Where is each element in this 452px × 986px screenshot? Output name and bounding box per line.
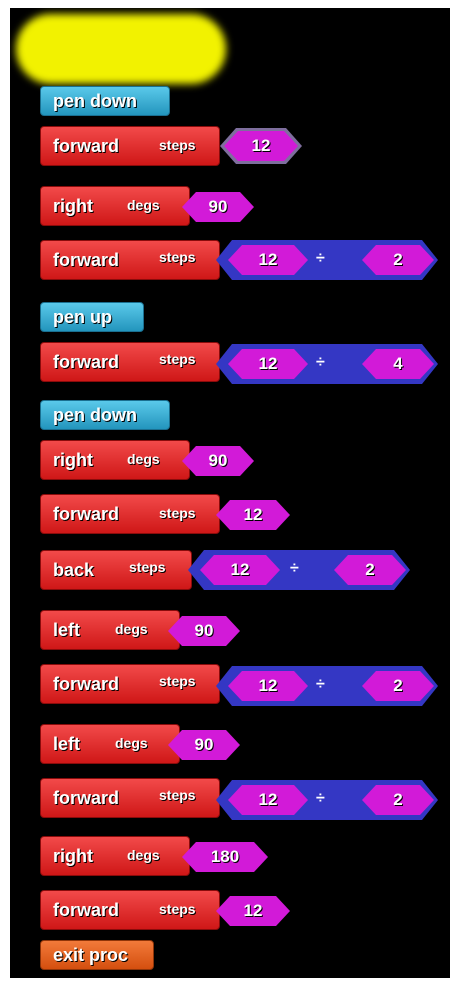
block-command-label: right: [53, 195, 93, 216]
value-slot[interactable]: 90: [168, 730, 240, 760]
block-command-label: exit proc: [53, 944, 129, 965]
param-label: steps: [129, 559, 166, 575]
operand-left-slot[interactable]: 12: [200, 555, 280, 585]
divide-symbol: ÷: [316, 790, 325, 807]
forward-block[interactable]: forward steps: [40, 240, 220, 280]
block-command-label: back: [53, 559, 95, 580]
value-text: 90: [208, 197, 228, 216]
operand-left-slot[interactable]: 12: [228, 245, 308, 275]
value-text: 12: [258, 676, 278, 695]
block-command-label: right: [53, 845, 93, 866]
value-text: 2: [393, 676, 403, 695]
block-command-label: forward: [53, 135, 120, 156]
param-label: degs: [127, 197, 160, 213]
param-label: steps: [159, 505, 196, 521]
operand-right-slot[interactable]: 2: [362, 671, 434, 701]
operand-right-slot[interactable]: 2: [362, 245, 434, 275]
divide-symbol: ÷: [290, 560, 299, 577]
forward-block[interactable]: forward steps: [40, 890, 220, 930]
param-label: degs: [127, 451, 160, 467]
block-command-label: forward: [53, 249, 120, 270]
value-text: 90: [194, 621, 214, 640]
value-slot[interactable]: 90: [168, 616, 240, 646]
operand-right-slot[interactable]: 4: [362, 349, 434, 379]
param-label: degs: [115, 735, 148, 751]
script-canvas[interactable]: pen down forward steps 12 right degs 90 …: [10, 8, 450, 978]
value-text: 12: [243, 901, 263, 920]
pen-down-block[interactable]: pen down: [40, 86, 170, 116]
value-slot[interactable]: 90: [182, 192, 254, 222]
divide-symbol: ÷: [316, 354, 325, 371]
param-label: degs: [127, 847, 160, 863]
param-label: steps: [159, 673, 196, 689]
block-command-label: forward: [53, 503, 120, 524]
right-block[interactable]: right degs: [40, 836, 190, 876]
operand-left-slot[interactable]: 12: [228, 671, 308, 701]
operand-right-slot[interactable]: 2: [334, 555, 406, 585]
value-text: 2: [393, 790, 403, 809]
block-command-label: pen down: [53, 404, 137, 425]
value-slot[interactable]: 12: [216, 500, 290, 530]
value-text: 12: [243, 505, 263, 524]
block-command-label: forward: [53, 673, 120, 694]
back-block[interactable]: back steps: [40, 550, 192, 590]
right-block[interactable]: right degs: [40, 440, 190, 480]
param-label: steps: [159, 137, 196, 153]
left-block[interactable]: left degs: [40, 610, 180, 650]
value-text: 12: [230, 560, 250, 579]
right-block[interactable]: right degs: [40, 186, 190, 226]
value-text: 90: [194, 735, 214, 754]
divide-symbol: ÷: [316, 676, 325, 693]
value-text: 2: [365, 560, 375, 579]
forward-block[interactable]: forward steps: [40, 342, 220, 382]
value-slot[interactable]: 12: [216, 896, 290, 926]
forward-block[interactable]: forward steps: [40, 126, 220, 166]
exit-proc-block[interactable]: exit proc: [40, 940, 154, 970]
block-command-label: forward: [53, 787, 120, 808]
block-command-label: right: [53, 449, 93, 470]
forward-block[interactable]: forward steps: [40, 664, 220, 704]
pen-up-block[interactable]: pen up: [40, 302, 144, 332]
pen-down-block[interactable]: pen down: [40, 400, 170, 430]
value-text: 2: [393, 250, 403, 269]
value-text: 90: [208, 451, 228, 470]
operand-left-slot[interactable]: 12: [228, 785, 308, 815]
hat-block[interactable]: [16, 14, 226, 84]
param-label: steps: [159, 901, 196, 917]
value-slot[interactable]: 180: [182, 842, 268, 872]
block-command-label: left: [53, 733, 80, 754]
value-slot[interactable]: 90: [182, 446, 254, 476]
operand-right-slot[interactable]: 2: [362, 785, 434, 815]
value-text: 180: [210, 847, 240, 866]
value-slot[interactable]: 12: [224, 131, 298, 161]
operand-left-slot[interactable]: 12: [228, 349, 308, 379]
forward-block[interactable]: forward steps: [40, 778, 220, 818]
value-text: 12: [258, 790, 278, 809]
value-text: 12: [251, 136, 271, 155]
value-text: 12: [258, 354, 278, 373]
block-command-label: pen down: [53, 90, 137, 111]
param-label: steps: [159, 351, 196, 367]
block-command-label: pen up: [53, 306, 112, 327]
left-block[interactable]: left degs: [40, 724, 180, 764]
forward-block[interactable]: forward steps: [40, 494, 220, 534]
value-text: 12: [258, 250, 278, 269]
block-command-label: forward: [53, 899, 120, 920]
value-text: 4: [393, 354, 403, 373]
block-command-label: forward: [53, 351, 120, 372]
param-label: degs: [115, 621, 148, 637]
param-label: steps: [159, 249, 196, 265]
param-label: steps: [159, 787, 196, 803]
divide-symbol: ÷: [316, 250, 325, 267]
block-command-label: left: [53, 619, 80, 640]
